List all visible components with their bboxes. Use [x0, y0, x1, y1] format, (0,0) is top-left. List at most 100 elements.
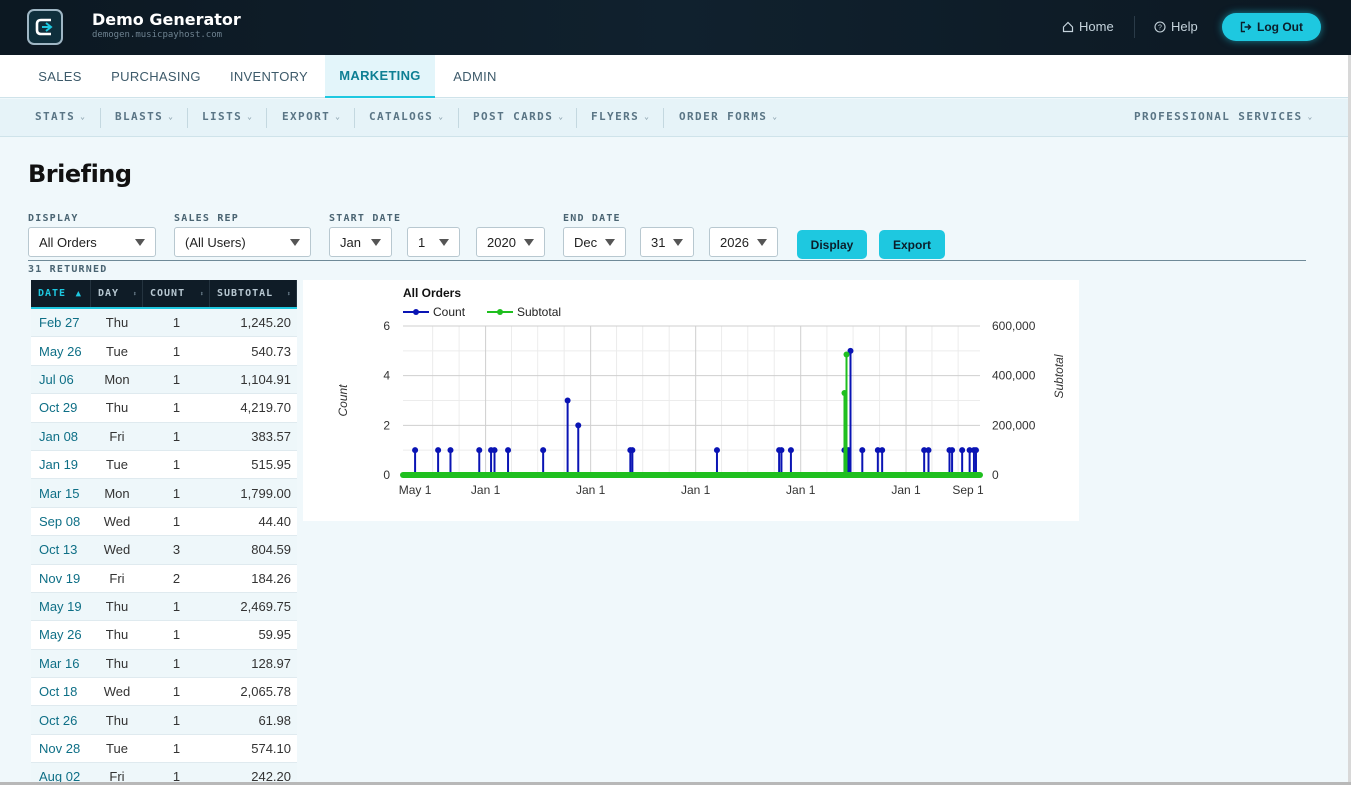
cell-count: 1	[172, 371, 181, 387]
cell-subtotal: 2,469.75	[240, 599, 291, 615]
x-tick-label: Jan 1	[786, 483, 816, 497]
column-header-date[interactable]: DATE ▲	[31, 280, 91, 307]
start-day-select[interactable]: 1	[407, 227, 460, 257]
subnav-label: CATALOGS	[369, 110, 434, 123]
sort-icon: ⬍	[132, 289, 138, 298]
tab-purchasing[interactable]: PURCHASING	[98, 55, 214, 98]
table-row[interactable]: May 19 Thu 1 2,469.75	[31, 592, 297, 622]
sales-rep-select[interactable]: (All Users)	[174, 227, 311, 257]
column-header-subtotal[interactable]: SUBTOTAL ⬍	[210, 280, 297, 307]
subnav-catalogs[interactable]: CATALOGS ⌄	[369, 110, 444, 123]
display-select[interactable]: All Orders	[28, 227, 156, 257]
table-row[interactable]: Mar 15 Mon 1 1,799.00	[31, 479, 297, 508]
sort-icon: ⬍	[199, 289, 205, 298]
count-point	[447, 447, 454, 454]
tab-inventory[interactable]: INVENTORY	[214, 55, 324, 98]
count-point	[505, 447, 512, 454]
legend-swatch-marker	[497, 309, 503, 315]
tab-marketing[interactable]: MARKETING	[325, 55, 435, 98]
x-tick-label: Jan 1	[576, 483, 606, 497]
cell-subtotal: 44.40	[258, 513, 291, 529]
subnav-label: STATS	[35, 110, 76, 123]
cell-date: Sep 08	[39, 513, 81, 529]
count-point	[540, 447, 547, 454]
y-axis-title: Count	[336, 384, 350, 417]
chevron-down-icon: ⌄	[1307, 112, 1314, 121]
cell-count: 1	[172, 627, 181, 643]
home-link[interactable]: Home	[1062, 19, 1114, 34]
help-icon: ?	[1154, 20, 1166, 33]
cell-subtotal: 515.95	[251, 457, 291, 473]
subnav-label: ORDER FORMS	[679, 110, 768, 123]
table-body: Feb 27 Thu 1 1,245.20 May 26 Tue 1 540.73 Jul 06…	[31, 309, 297, 785]
app-logo[interactable]	[27, 9, 63, 45]
table-row[interactable]: Jan 19 Tue 1 515.95	[31, 450, 297, 480]
logout-button[interactable]: Log Out	[1222, 13, 1321, 41]
subnav-flyers[interactable]: FLYERS ⌄	[591, 110, 650, 123]
count-point	[629, 447, 636, 454]
cell-date: Oct 18	[39, 684, 78, 700]
table-row[interactable]: Nov 28 Tue 1 574.10	[31, 734, 297, 764]
count-point	[575, 422, 582, 429]
y-tick-label: 2	[383, 418, 390, 432]
table-row[interactable]: Jul 06 Mon 1 1,104.91	[31, 365, 297, 395]
display-button[interactable]: Display	[797, 230, 867, 259]
table-row[interactable]: Mar 16 Thu 1 128.97	[31, 649, 297, 679]
table-row[interactable]: Oct 26 Thu 1 61.98	[31, 706, 297, 735]
table-row[interactable]: Oct 29 Thu 1 4,219.70	[31, 394, 297, 423]
table-row[interactable]: May 26 Thu 1 59.95	[31, 621, 297, 650]
start-month-value: Jan	[340, 234, 361, 250]
tab-admin[interactable]: ADMIN	[436, 55, 514, 98]
y-tick-label: 6	[383, 319, 390, 333]
table-row[interactable]: Feb 27 Thu 1 1,245.20	[31, 309, 297, 338]
x-tick-label: Jan 1	[471, 483, 501, 497]
table-row[interactable]: May 26 Tue 1 540.73	[31, 337, 297, 366]
cell-count: 1	[172, 343, 181, 359]
end-month-select[interactable]: Dec	[563, 227, 626, 257]
subnav-stats[interactable]: STATS ⌄	[35, 110, 86, 123]
cell-day: Thu	[105, 599, 129, 615]
table-row[interactable]: Oct 18 Wed 1 2,065.78	[31, 678, 297, 707]
table-row[interactable]: Oct 13 Wed 3 804.59	[31, 536, 297, 565]
cell-count: 2	[172, 570, 181, 586]
cell-date: Oct 13	[39, 542, 78, 558]
subnav-post-cards[interactable]: POST CARDS ⌄	[473, 110, 564, 123]
cell-date: Mar 16	[39, 655, 80, 671]
start-year-value: 2020	[487, 234, 516, 250]
end-day-select[interactable]: 31	[640, 227, 694, 257]
cell-date: May 26	[39, 627, 82, 643]
end-year-select[interactable]: 2026	[709, 227, 778, 257]
y2-tick-label: 200,000	[992, 418, 1036, 432]
cell-day: Thu	[105, 315, 129, 331]
count-point	[972, 447, 979, 454]
subnav-order-forms[interactable]: ORDER FORMS ⌄	[679, 110, 778, 123]
start-month-select[interactable]: Jan	[329, 227, 392, 257]
sales-rep-label: SALES REP	[174, 213, 239, 224]
count-point	[778, 447, 785, 454]
count-point	[435, 447, 442, 454]
legend-label: Count	[433, 305, 466, 319]
subnav-lists[interactable]: LISTS ⌄	[202, 110, 253, 123]
chevron-down-icon: ⌄	[168, 112, 175, 121]
export-button[interactable]: Export	[879, 230, 945, 259]
cell-subtotal: 184.26	[251, 570, 291, 586]
table-row[interactable]: Jan 08 Fri 1 383.57	[31, 422, 297, 451]
table-row[interactable]: Nov 19 Fri 2 184.26	[31, 564, 297, 593]
column-label: COUNT	[150, 288, 186, 299]
cell-subtotal: 1,799.00	[240, 485, 291, 501]
cell-count: 1	[172, 599, 181, 615]
subnav-export[interactable]: EXPORT ⌄	[282, 110, 341, 123]
table-row[interactable]: Sep 08 Wed 1 44.40	[31, 507, 297, 537]
subnav-professional-services[interactable]: PROFESSIONAL SERVICES ⌄	[1134, 110, 1314, 123]
help-link[interactable]: ? Help	[1154, 19, 1198, 34]
start-year-select[interactable]: 2020	[476, 227, 545, 257]
home-label: Home	[1079, 19, 1114, 34]
column-header-count[interactable]: COUNT ⬍	[143, 280, 210, 307]
column-header-day[interactable]: DAY ⬍	[91, 280, 143, 307]
logo-icon	[35, 18, 53, 36]
subnav-blasts[interactable]: BLASTS ⌄	[115, 110, 174, 123]
subnav-divider	[354, 108, 355, 128]
end-day-value: 31	[651, 234, 666, 250]
tab-sales[interactable]: SALES	[22, 55, 98, 98]
cell-date: Nov 28	[39, 741, 81, 757]
